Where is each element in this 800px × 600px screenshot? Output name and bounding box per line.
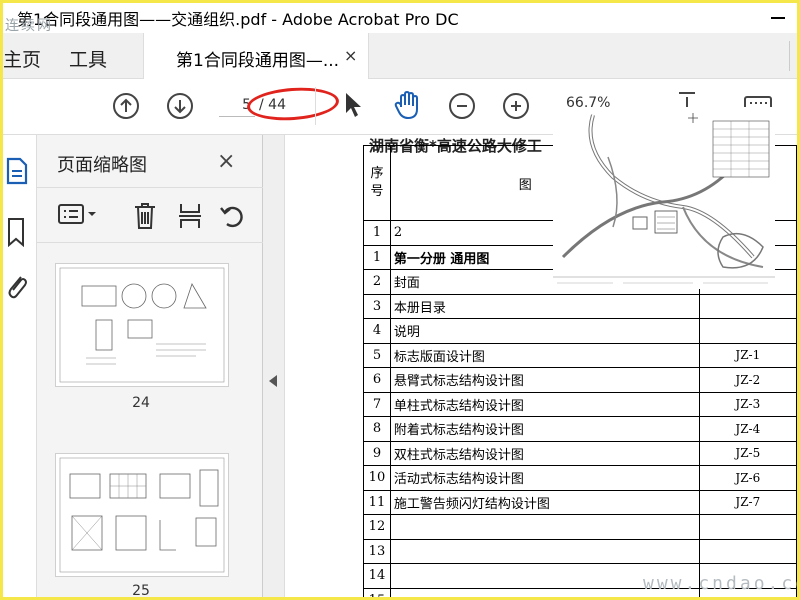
page-thumbnails-icon[interactable] — [5, 157, 29, 185]
table-row: 6 悬臂式标志结构设计图 JZ-2 — [363, 367, 797, 393]
row-seq: 14 — [363, 563, 391, 589]
panel-close-icon[interactable]: × — [217, 149, 235, 174]
rotate-icon[interactable] — [219, 202, 245, 230]
row-seq: 4 — [363, 318, 391, 344]
row-seq: 7 — [363, 391, 391, 417]
options-menu-icon[interactable] — [57, 202, 97, 226]
table-row: 7 单柱式标志结构设计图 JZ-3 — [363, 391, 797, 417]
row-seq: 1 — [363, 244, 391, 270]
table-row: 4 说明 — [363, 318, 797, 344]
thumbnail-drawing — [59, 457, 225, 573]
zoom-out-icon[interactable] — [449, 93, 475, 119]
page-thumbnail[interactable] — [55, 263, 229, 387]
row-seq: 5 — [363, 342, 391, 368]
row-seq: 8 — [363, 416, 391, 442]
row-code — [698, 293, 797, 319]
annotation-ellipse — [245, 84, 341, 124]
row-name: 本册目录 — [389, 293, 700, 319]
table-row: 5 标志版面设计图 JZ-1 — [363, 342, 797, 368]
extract-icon[interactable] — [177, 202, 203, 230]
table-row: 12 — [363, 514, 797, 540]
toolbar-divider — [315, 87, 316, 125]
minimize-icon[interactable] — [771, 17, 785, 19]
row-name: 附着式标志结构设计图 — [389, 416, 700, 442]
row-code — [698, 318, 797, 344]
row-seq: 13 — [363, 538, 391, 564]
row-seq: 10 — [363, 465, 391, 491]
row-code: JZ-7 — [698, 489, 797, 515]
acrobat-window: 第1合同段通用图——交通组织.pdf - Adobe Acrobat Pro D… — [3, 3, 797, 597]
sidebar-collapse-strip[interactable] — [263, 135, 285, 597]
header-seq: 序 号 — [363, 145, 391, 221]
row-name: 活动式标志结构设计图 — [389, 465, 700, 491]
row-seq: 11 — [363, 489, 391, 515]
row-name: 双柱式标志结构设计图 — [389, 440, 700, 466]
attachment-icon[interactable] — [5, 271, 29, 301]
left-rail — [3, 135, 37, 597]
row-name: 单柱式标志结构设计图 — [389, 391, 700, 417]
row-code — [698, 538, 797, 564]
tab-document[interactable]: 第1合同段通用图—... × — [143, 33, 369, 79]
page-thumbnail[interactable] — [55, 453, 229, 577]
arrow-down-icon[interactable] — [167, 93, 193, 119]
watermark-top: 连续网 — [5, 18, 53, 34]
row-code: JZ-6 — [698, 465, 797, 491]
row-name — [389, 514, 700, 540]
table-row: 10 活动式标志结构设计图 JZ-6 — [363, 465, 797, 491]
row-code: JZ-4 — [698, 416, 797, 442]
row-code: JZ-5 — [698, 440, 797, 466]
row-name: 标志版面设计图 — [389, 342, 700, 368]
row-seq: 3 — [363, 293, 391, 319]
tab-bar: 主页 工具 第1合同段通用图—... × — [3, 33, 797, 79]
table-row: 3 本册目录 — [363, 293, 797, 319]
tab-home[interactable]: 主页 — [3, 45, 41, 72]
table-row: 9 双柱式标志结构设计图 JZ-5 — [363, 440, 797, 466]
collapse-arrow-icon[interactable] — [269, 375, 277, 387]
panel-toolbar — [37, 187, 263, 243]
arrow-up-icon[interactable] — [113, 93, 139, 119]
window-title: 第1合同段通用图——交通组织.pdf - Adobe Acrobat Pro D… — [17, 10, 459, 29]
row-name — [389, 538, 700, 564]
table-row: 13 — [363, 538, 797, 564]
thumbnail-drawing — [59, 267, 225, 383]
tab-tools[interactable]: 工具 — [69, 45, 107, 72]
tab-scroll-handle[interactable] — [789, 41, 797, 71]
tab-document-label: 第1合同段通用图—... — [176, 51, 340, 71]
row-seq: 1 — [363, 220, 391, 246]
watermark-bottom: www.cndao.com — [643, 573, 797, 594]
row-name: 施工警告频闪灯结构设计图 — [389, 489, 700, 515]
table-row: 11 施工警告频闪灯结构设计图 JZ-7 — [363, 489, 797, 515]
map-overlay-image — [553, 107, 775, 289]
row-code: JZ-1 — [698, 342, 797, 368]
row-seq: 2 — [363, 269, 391, 295]
row-seq: 15 — [363, 587, 391, 597]
row-seq: 9 — [363, 440, 391, 466]
bookmark-icon[interactable] — [5, 217, 29, 247]
thumbnail-page-number: 25 — [132, 583, 150, 597]
row-code: JZ-2 — [698, 367, 797, 393]
select-cursor-icon[interactable] — [343, 91, 363, 119]
row-name: 说明 — [389, 318, 700, 344]
row-seq: 6 — [363, 367, 391, 393]
panel-title: 页面缩略图 — [57, 155, 147, 176]
title-bar: 第1合同段通用图——交通组织.pdf - Adobe Acrobat Pro D… — [3, 3, 797, 34]
zoom-in-icon[interactable] — [503, 93, 529, 119]
delete-icon[interactable] — [133, 202, 157, 230]
row-name: 悬臂式标志结构设计图 — [389, 367, 700, 393]
row-code — [698, 514, 797, 540]
row-seq: 12 — [363, 514, 391, 540]
thumbnail-page-number: 24 — [132, 395, 150, 411]
thumbnails-panel: 页面缩略图 × 24 25 — [37, 135, 291, 597]
tab-close-icon[interactable]: × — [344, 46, 357, 65]
hand-icon[interactable] — [393, 91, 421, 121]
table-row: 8 附着式标志结构设计图 JZ-4 — [363, 416, 797, 442]
row-code: JZ-3 — [698, 391, 797, 417]
